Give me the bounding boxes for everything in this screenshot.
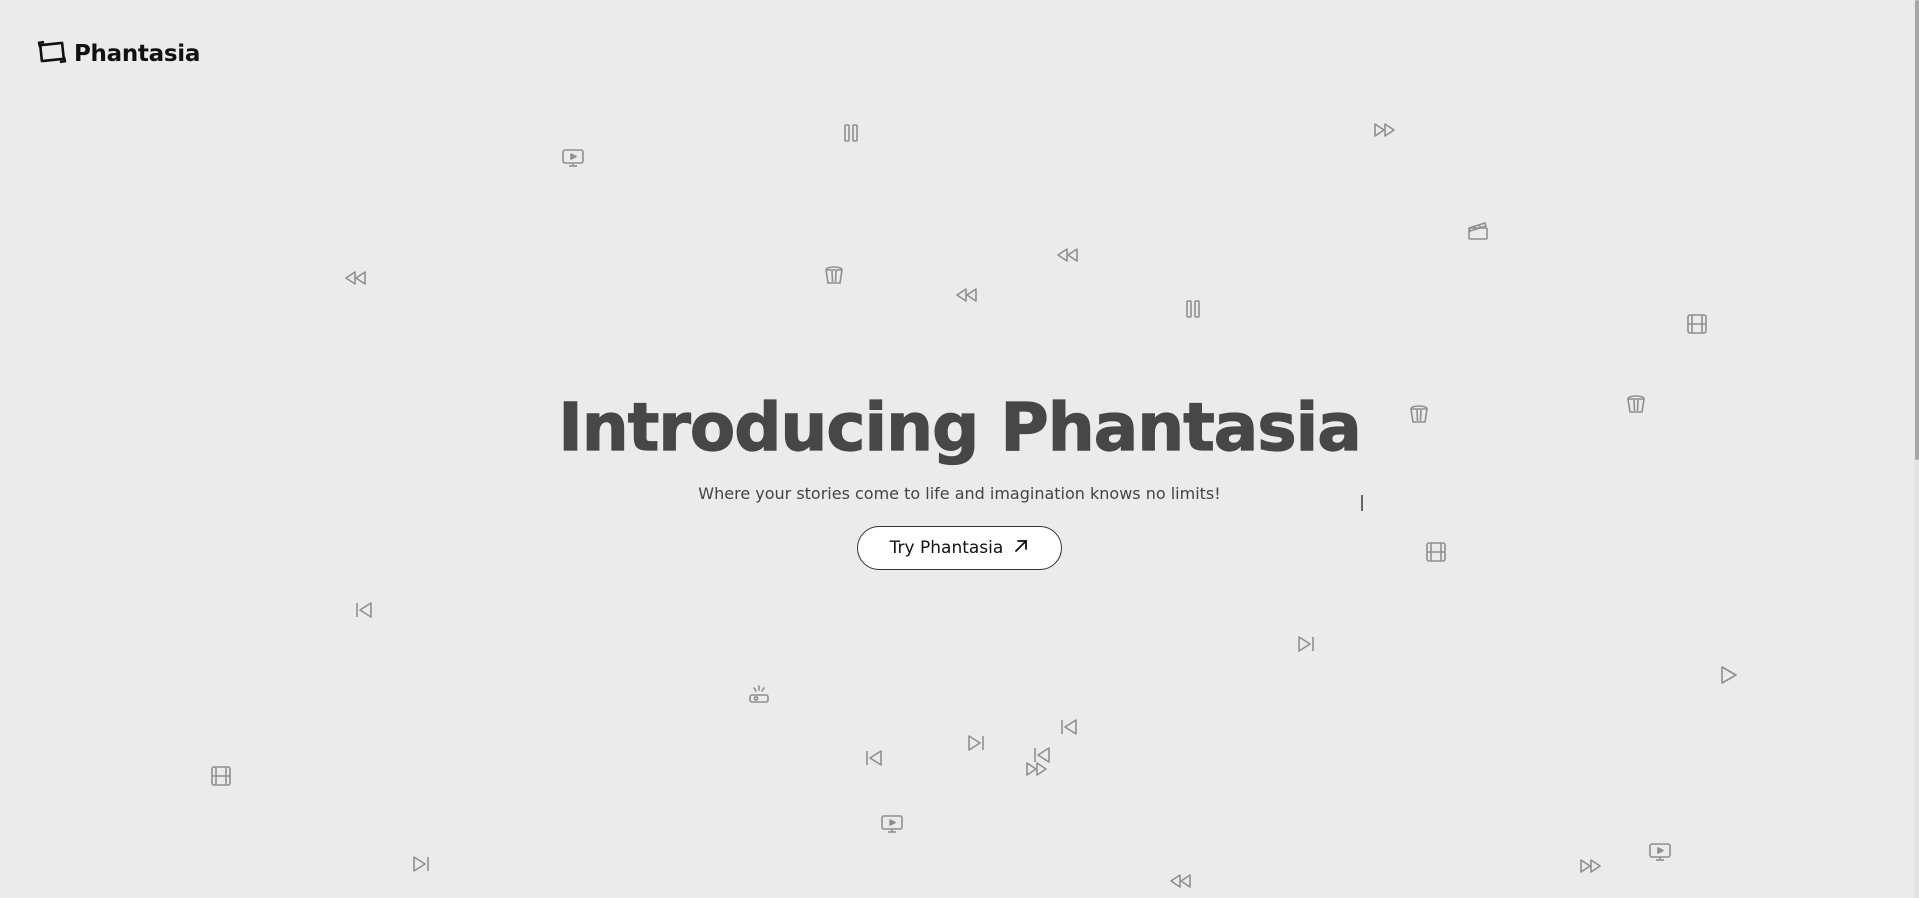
rewind-icon	[343, 266, 367, 290]
film-strip-icon	[1685, 312, 1709, 336]
monitor-play-icon	[880, 812, 904, 836]
popcorn-icon	[1407, 401, 1431, 425]
fast-forward-icon	[1373, 118, 1397, 142]
text-cursor	[1361, 495, 1363, 511]
hero-subtitle: Where your stories come to life and imag…	[698, 484, 1221, 503]
skip-back-icon	[862, 746, 886, 770]
skip-forward-icon	[409, 852, 433, 876]
page: Phantasia Introducing Phantasia Where yo…	[0, 0, 1919, 898]
film-strip-icon	[209, 764, 233, 788]
play-icon	[1716, 663, 1740, 687]
cta-label: Try Phantasia	[889, 538, 1004, 558]
rewind-icon	[954, 283, 978, 307]
skip-forward-icon	[1294, 632, 1318, 656]
projector-icon	[747, 682, 771, 706]
skip-back-icon	[352, 598, 376, 622]
pause-icon	[839, 121, 863, 145]
fast-forward-icon	[1579, 854, 1603, 878]
skip-forward-icon	[964, 731, 988, 755]
skip-back-icon	[1057, 715, 1081, 739]
popcorn-icon	[1624, 391, 1648, 415]
rewind-icon	[1055, 243, 1079, 267]
rewind-icon	[1168, 869, 1192, 893]
monitor-play-icon	[561, 146, 585, 170]
pause-icon	[1181, 297, 1205, 321]
brand-name: Phantasia	[74, 41, 201, 67]
arrow-up-right-icon	[1013, 538, 1029, 559]
logo-link[interactable]: Phantasia	[36, 38, 200, 70]
film-strip-icon	[1424, 540, 1448, 564]
film-frame-icon	[36, 38, 68, 70]
monitor-play-icon	[1648, 840, 1672, 864]
popcorn-icon	[822, 262, 846, 286]
clapperboard-icon	[1466, 218, 1490, 242]
skip-back-icon	[1030, 743, 1054, 767]
scrollbar-thumb[interactable]	[1915, 0, 1919, 460]
try-phantasia-button[interactable]: Try Phantasia	[856, 526, 1063, 570]
scrollbar[interactable]	[1914, 0, 1919, 898]
